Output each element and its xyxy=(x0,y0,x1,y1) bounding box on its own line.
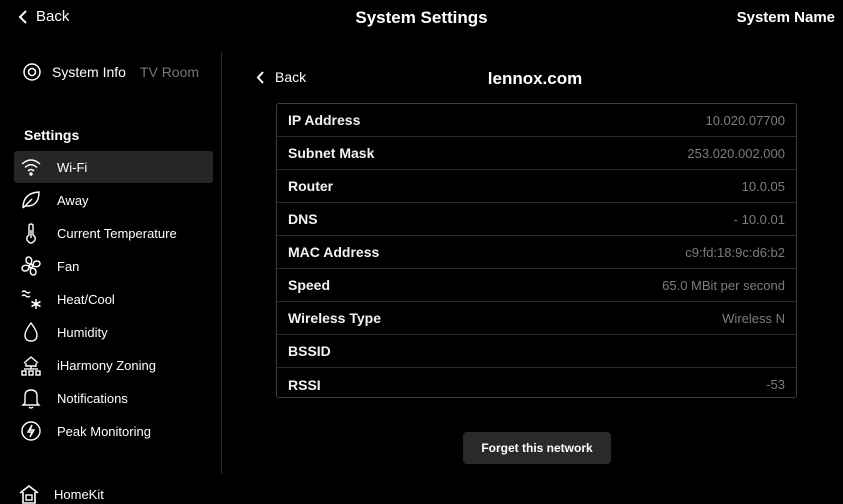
sidebar-item-humidity[interactable]: Humidity xyxy=(14,316,213,348)
droplet-icon xyxy=(19,320,43,344)
wifi-icon xyxy=(19,155,43,179)
row-key: DNS xyxy=(288,211,318,227)
sidebar: System Info TV Room Settings Wi-Fi Away … xyxy=(0,46,220,503)
sidebar-item-wifi[interactable]: Wi-Fi xyxy=(14,151,213,183)
settings-heading: Settings xyxy=(24,127,80,143)
homekit-label: HomeKit xyxy=(54,486,104,502)
detail-row-dns: DNS - 10.0.01 xyxy=(277,203,796,236)
row-value: 10.020.07700 xyxy=(705,112,785,128)
back-label: Back xyxy=(36,8,70,25)
back-button[interactable]: Back xyxy=(18,8,69,25)
row-key: Subnet Mask xyxy=(288,145,375,161)
sidebar-item-label: Peak Monitoring xyxy=(57,423,151,439)
network-back-button[interactable]: Back xyxy=(256,69,306,85)
forget-network-button[interactable]: Forget this network xyxy=(463,432,611,464)
back-label: Back xyxy=(275,69,307,85)
detail-row-router: Router 10.0.05 xyxy=(277,170,796,203)
home-icon xyxy=(19,484,39,504)
row-value: 10.0.05 xyxy=(741,178,785,194)
row-key: RSSI xyxy=(288,376,321,393)
sidebar-item-label: Fan xyxy=(57,258,80,274)
row-key: IP Address xyxy=(288,112,361,128)
detail-row-rssi: RSSI -53 xyxy=(277,368,796,401)
system-info-label: System Info xyxy=(52,64,126,80)
row-value: Wireless N xyxy=(722,310,785,326)
fan-icon xyxy=(19,254,43,278)
sidebar-item-label: Current Temperature xyxy=(57,225,177,241)
system-name: System Name xyxy=(736,9,835,26)
sidebar-item-notifications[interactable]: Notifications xyxy=(14,382,213,414)
sidebar-item-homekit[interactable]: HomeKit xyxy=(18,484,104,504)
detail-row-mac-address: MAC Address c9:fd:18:9c:d6:b2 xyxy=(277,236,796,269)
sidebar-item-label: Notifications xyxy=(57,390,128,406)
sidebar-item-label: Humidity xyxy=(57,324,108,340)
sidebar-divider xyxy=(221,52,222,474)
sidebar-item-label: iHarmony Zoning xyxy=(57,357,156,373)
target-icon xyxy=(23,63,41,81)
row-value: - 10.0.01 xyxy=(733,211,785,227)
sidebar-item-label: Away xyxy=(57,192,89,208)
leaf-icon xyxy=(19,188,43,212)
sidebar-item-fan[interactable]: Fan xyxy=(14,250,213,282)
sidebar-item-current-temperature[interactable]: Current Temperature xyxy=(14,217,213,249)
row-value: -53 xyxy=(766,377,785,392)
sidebar-item-heat-cool[interactable]: Heat/Cool xyxy=(14,283,213,315)
detail-row-ip-address: IP Address 10.020.07700 xyxy=(277,104,796,137)
row-key: Router xyxy=(288,178,334,194)
row-value: 65.0 MBit per second xyxy=(662,277,785,293)
row-key: Wireless Type xyxy=(288,310,381,326)
detail-row-wireless-type: Wireless Type Wireless N xyxy=(277,302,796,335)
bell-icon xyxy=(19,386,43,410)
system-info-item[interactable]: System Info TV Room xyxy=(22,62,199,82)
row-key: Speed xyxy=(288,277,331,293)
network-details-table: IP Address 10.020.07700 Subnet Mask 253.02… xyxy=(276,103,797,398)
page-title: System Settings xyxy=(355,8,488,27)
thermometer-icon xyxy=(19,221,43,245)
room-name: TV Room xyxy=(139,64,200,80)
row-value: c9:fd:18:9c:d6:b2 xyxy=(685,244,785,260)
sidebar-item-iharmony-zoning[interactable]: iHarmony Zoning xyxy=(14,349,213,381)
detail-row-speed: Speed 65.0 MBit per second xyxy=(277,269,796,302)
sidebar-item-label: Wi-Fi xyxy=(57,159,88,175)
chevron-left-icon xyxy=(18,9,27,24)
detail-row-subnet-mask: Subnet Mask 253.020.002.000 xyxy=(277,137,796,170)
sidebar-item-away[interactable]: Away xyxy=(14,184,213,216)
lightning-icon xyxy=(19,419,43,443)
chevron-left-icon xyxy=(256,70,264,84)
detail-row-bssid: BSSID xyxy=(277,335,796,368)
network-name: lennox.com xyxy=(487,69,583,88)
row-value: 253.020.002.000 xyxy=(687,145,785,161)
sidebar-item-label: Heat/Cool xyxy=(57,291,115,307)
sidebar-item-peak-monitoring[interactable]: Peak Monitoring xyxy=(14,415,213,447)
row-key: MAC Address xyxy=(288,244,380,260)
heat-cool-icon xyxy=(19,287,43,311)
row-key: BSSID xyxy=(288,343,331,359)
zoning-icon xyxy=(19,353,43,377)
